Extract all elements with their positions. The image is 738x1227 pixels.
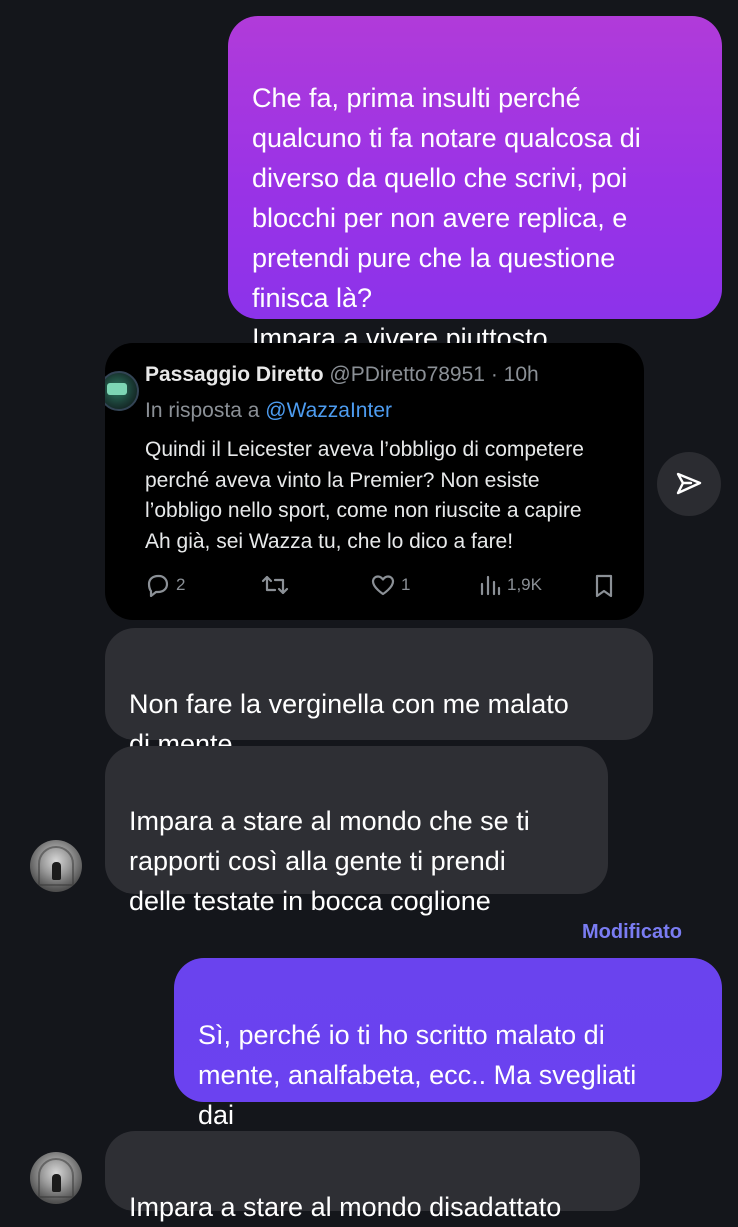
view-count: 1,9K — [507, 575, 542, 594]
tweet-time: 10h — [503, 363, 539, 386]
message-text: Impara a stare al mondo che se ti rappor… — [129, 806, 530, 916]
tweet-header: Passaggio Diretto @PDiretto78951 · 10h — [145, 363, 539, 387]
bookmark-icon — [595, 574, 613, 598]
bookmark-action[interactable] — [593, 573, 615, 599]
reply-to-handle-link[interactable]: @WazzaInter — [265, 399, 392, 422]
received-message-bubble[interactable]: Non fare la verginella con me malato di … — [105, 628, 653, 759]
views-action[interactable]: 1,9K — [478, 573, 542, 597]
tweet-author-avatar — [105, 371, 139, 411]
like-action[interactable]: 1 — [370, 573, 410, 597]
heart-icon — [371, 575, 395, 596]
retweet-action[interactable] — [261, 573, 289, 597]
message-text: Che fa, prima insulti perché qualcuno ti… — [252, 83, 641, 353]
sent-message-bubble[interactable]: Che fa, prima insulti perché qualcuno ti… — [228, 16, 722, 353]
share-tweet-button[interactable] — [657, 452, 721, 516]
tweet-text: Quindi il Leicester aveva l’obbligo di c… — [145, 438, 584, 553]
tweet-reply-context: In risposta a @WazzaInter — [145, 399, 392, 423]
received-message-bubble[interactable]: Impara a stare al mondo che se ti rappor… — [105, 746, 608, 916]
reply-action[interactable]: 2 — [145, 573, 185, 597]
edited-label: Modificato — [582, 921, 682, 943]
shared-tweet-card[interactable]: Passaggio Diretto @PDiretto78951 · 10h I… — [105, 343, 644, 620]
views-icon — [480, 575, 501, 596]
sender-avatar[interactable] — [30, 1152, 82, 1204]
received-message-bubble[interactable]: Impara a stare al mondo disadattato — [105, 1131, 640, 1222]
retweet-icon — [261, 575, 289, 595]
sender-avatar[interactable] — [30, 840, 82, 892]
send-icon — [676, 472, 702, 495]
reply-icon — [147, 574, 169, 597]
tweet-author-handle: @PDiretto78951 — [329, 363, 485, 386]
tweet-actions: 2 1 1,9K — [145, 573, 644, 603]
message-text: Impara a stare al mondo disadattato — [129, 1192, 562, 1222]
tweet-author-name: Passaggio Diretto — [145, 363, 324, 386]
reply-prefix: In risposta a — [145, 399, 260, 422]
tweet-separator: · — [490, 363, 498, 386]
message-text: Sì, perché io ti ho scritto malato di me… — [198, 1020, 637, 1130]
sent-message-bubble[interactable]: Sì, perché io ti ho scritto malato di me… — [174, 958, 722, 1130]
like-count: 1 — [401, 575, 411, 594]
reply-count: 2 — [176, 575, 186, 594]
